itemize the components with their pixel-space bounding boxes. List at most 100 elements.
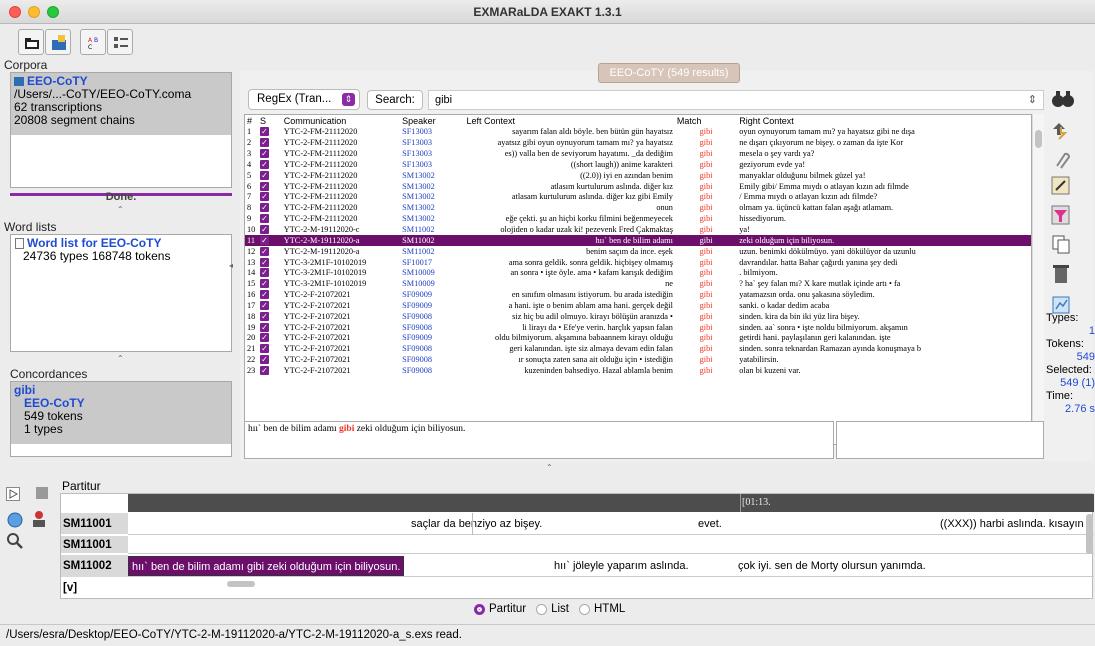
checkbox-checked-icon[interactable]: ✓ xyxy=(259,181,269,191)
table-row[interactable]: 17 ✓ YTC-2-F-21072021 SF09009 a hani. işte o… xyxy=(245,300,1031,312)
table-row[interactable]: 3 ✓ YTC-2-FM-21112020 SF13003 es)) valla ben… xyxy=(245,149,1031,160)
splitter-up-icon-2[interactable]: ⌃ xyxy=(117,354,124,363)
header-match[interactable]: Match xyxy=(675,115,737,127)
segment[interactable]: ((XXX)) harbi aslında. kısayın xyxy=(940,518,1090,530)
word-list-button[interactable]: ABC xyxy=(80,29,106,55)
checkbox-checked-icon[interactable]: ✓ xyxy=(259,355,269,365)
row-match: gibi xyxy=(699,127,713,137)
tier-label-sm11001-a[interactable]: SM11001 [a] xyxy=(61,536,128,569)
table-row[interactable]: 11 ✓ YTC-2-M-19112020-a SM11002 hıı` ben de … xyxy=(245,235,1031,247)
search-button[interactable]: Search: xyxy=(367,90,423,110)
table-row[interactable]: 23 ✓ YTC-2-F-21072021 SF09008 kuzeninden bah… xyxy=(245,365,1031,377)
stop-button[interactable] xyxy=(36,487,48,499)
table-scrollbar[interactable] xyxy=(1032,114,1044,445)
header-speaker[interactable]: Speaker xyxy=(400,115,464,127)
table-row[interactable]: 15 ✓ YTC-3-2M1F-10102019 SM10009 ne gibi ? ha`… xyxy=(245,279,1031,290)
row-right-context: ya! xyxy=(739,225,750,235)
checkbox-checked-icon[interactable]: ✓ xyxy=(259,246,269,256)
filter-pink-button[interactable] xyxy=(1048,204,1074,228)
tier-label-sm11001-v[interactable]: SM11001 [v] xyxy=(61,513,128,552)
corpus-item[interactable]: EEO-CoTY /Users/...-CoTY/EEO-CoTY.coma 6… xyxy=(11,73,231,135)
list-radio[interactable]: List xyxy=(536,603,569,615)
segment-selected[interactable]: hıı` ben de bilim adamı gibi zeki olduğu… xyxy=(128,556,405,576)
table-row[interactable]: 20 ✓ YTC-2-F-21072021 SF09009 oldu bilmiyoru… xyxy=(245,333,1031,344)
find-button[interactable] xyxy=(1050,88,1076,110)
checkbox-checked-icon[interactable]: ✓ xyxy=(259,159,269,169)
search-dropdown-icon[interactable]: ⇕ xyxy=(1028,93,1037,106)
partitur-h-scroll-thumb[interactable] xyxy=(227,581,255,587)
checkbox-checked-icon[interactable]: ✓ xyxy=(259,300,269,310)
search-mode-select[interactable]: RegEx (Tran... ⇕ xyxy=(248,89,360,110)
table-row[interactable]: 1 ✓ YTC-2-FM-21112020 SF13003 sayarım falan … xyxy=(245,127,1031,138)
header-num[interactable]: # xyxy=(245,115,258,127)
table-row[interactable]: 10 ✓ YTC-2-M-19112020-c SM11002 olojiden o k… xyxy=(245,225,1031,236)
checkbox-checked-icon[interactable]: ✓ xyxy=(259,333,269,343)
checkbox-checked-icon[interactable]: ✓ xyxy=(259,290,269,300)
checkbox-checked-icon[interactable]: ✓ xyxy=(259,311,269,321)
segment[interactable]: çok iyi. sen de Morty olursun yanımda. xyxy=(738,560,926,572)
splitter-up-icon[interactable]: ⌃ xyxy=(117,205,124,214)
checkbox-checked-icon[interactable]: ✓ xyxy=(259,170,269,180)
globe-button[interactable] xyxy=(6,511,24,529)
table-row[interactable]: 4 ✓ YTC-2-FM-21112020 SF13003 ((short laugh)… xyxy=(245,159,1031,171)
html-radio[interactable]: HTML xyxy=(578,603,625,615)
row-communication: YTC-2-FM-21112020 xyxy=(283,203,358,213)
header-right-context[interactable]: Right Context xyxy=(737,115,1031,127)
collapse-left-icon[interactable]: ◂ xyxy=(229,261,233,270)
table-row[interactable]: 13 ✓ YTC-3-2M1F-10102019 SF10017 ama sonra g… xyxy=(245,257,1031,268)
delete-button[interactable] xyxy=(1048,262,1074,286)
table-row[interactable]: 2 ✓ YTC-2-FM-21112020 SF13003 ayatsız gibi o… xyxy=(245,138,1031,149)
table-row[interactable]: 7 ✓ YTC-2-FM-21112020 SM13002 atlasam kurtul… xyxy=(245,192,1031,203)
concordance-item[interactable]: gibi EEO-CoTY 549 tokens 1 types xyxy=(11,382,231,444)
table-scroll-thumb[interactable] xyxy=(1035,130,1042,148)
partitur-radio[interactable]: Partitur xyxy=(474,603,526,615)
segment[interactable]: evet. xyxy=(698,518,722,530)
checkbox-checked-icon[interactable]: ✓ xyxy=(259,365,269,375)
search-input[interactable]: gibi xyxy=(435,94,452,106)
checkbox-checked-icon[interactable]: ✓ xyxy=(259,257,269,267)
segment[interactable]: saçlar da benziyo az bişey. xyxy=(411,518,542,530)
open-corpus-button[interactable] xyxy=(18,29,44,55)
table-row[interactable]: 6 ✓ YTC-2-FM-21112020 SM13002 atlasım kurtul… xyxy=(245,181,1031,192)
wordlist-item[interactable]: Word list for EEO-CoTY 24736 types 16874… xyxy=(11,235,231,265)
segment[interactable]: hıı` jöleyle yaparım aslında. xyxy=(554,560,689,572)
checkbox-checked-icon[interactable]: ✓ xyxy=(259,214,269,224)
table-row[interactable]: 5 ✓ YTC-2-FM-21112020 SM13002 ((2.0)) iyi en… xyxy=(245,170,1031,181)
tier-label-sm11002-v[interactable]: SM11002 [v] xyxy=(61,555,128,594)
checkbox-checked-icon[interactable]: ✓ xyxy=(259,149,269,159)
table-row[interactable]: 8 ✓ YTC-2-FM-21112020 SM13002 onun gibi olmam … xyxy=(245,203,1031,214)
splitter-up-icon-3[interactable]: ⌃ xyxy=(546,463,553,472)
table-row[interactable]: 14 ✓ YTC-3-2M1F-10102019 SM10009 an sonra • … xyxy=(245,268,1031,279)
checkbox-checked-icon[interactable]: ✓ xyxy=(259,268,269,278)
attach-button[interactable] xyxy=(1048,148,1074,172)
table-row[interactable]: 9 ✓ YTC-2-FM-21112020 SM13002 eğe çekti. şu … xyxy=(245,214,1031,225)
header-s[interactable]: S xyxy=(258,115,282,127)
checkbox-checked-icon[interactable]: ✓ xyxy=(259,138,269,148)
table-row[interactable]: 21 ✓ YTC-2-F-21072021 SF09008 geri kalanında… xyxy=(245,344,1031,355)
checkbox-checked-icon[interactable]: ✓ xyxy=(259,192,269,202)
table-row[interactable]: 18 ✓ YTC-2-F-21072021 SF09008 siz hiç bu adi… xyxy=(245,311,1031,322)
header-left-context[interactable]: Left Context xyxy=(465,115,675,127)
header-communication[interactable]: Communication xyxy=(282,115,400,127)
checklist-button[interactable] xyxy=(107,29,133,55)
search-field[interactable]: gibi ⇕ xyxy=(428,90,1044,110)
copy-button[interactable] xyxy=(1048,233,1074,257)
checkbox-checked-icon[interactable]: ✓ xyxy=(259,127,269,137)
checkbox-checked-icon[interactable]: ✓ xyxy=(259,344,269,354)
checkbox-checked-icon[interactable]: ✓ xyxy=(259,225,269,235)
play-button[interactable] xyxy=(6,487,20,501)
new-corpus-button[interactable] xyxy=(45,29,71,55)
checkbox-checked-icon[interactable]: ✓ xyxy=(259,235,269,245)
table-row[interactable]: 19 ✓ YTC-2-F-21072021 SF09008 li lirayı da •… xyxy=(245,322,1031,333)
speaker-button[interactable] xyxy=(30,509,48,529)
checkbox-checked-icon[interactable]: ✓ xyxy=(259,203,269,213)
filter-tool-button[interactable] xyxy=(1048,119,1074,143)
zoom-button[interactable] xyxy=(6,532,24,550)
partitur-v-scroll-thumb[interactable] xyxy=(1086,514,1093,554)
edit-button[interactable] xyxy=(1048,174,1074,198)
table-row[interactable]: 16 ✓ YTC-2-F-21072021 SF09009 en sınıfım olm… xyxy=(245,290,1031,301)
table-row[interactable]: 12 ✓ YTC-2-M-19112020-a SM11002 benim saçım … xyxy=(245,246,1031,257)
checkbox-checked-icon[interactable]: ✓ xyxy=(259,279,269,289)
checkbox-checked-icon[interactable]: ✓ xyxy=(259,322,269,332)
table-row[interactable]: 22 ✓ YTC-2-F-21072021 SF09008 ır sonuçta zat… xyxy=(245,355,1031,366)
